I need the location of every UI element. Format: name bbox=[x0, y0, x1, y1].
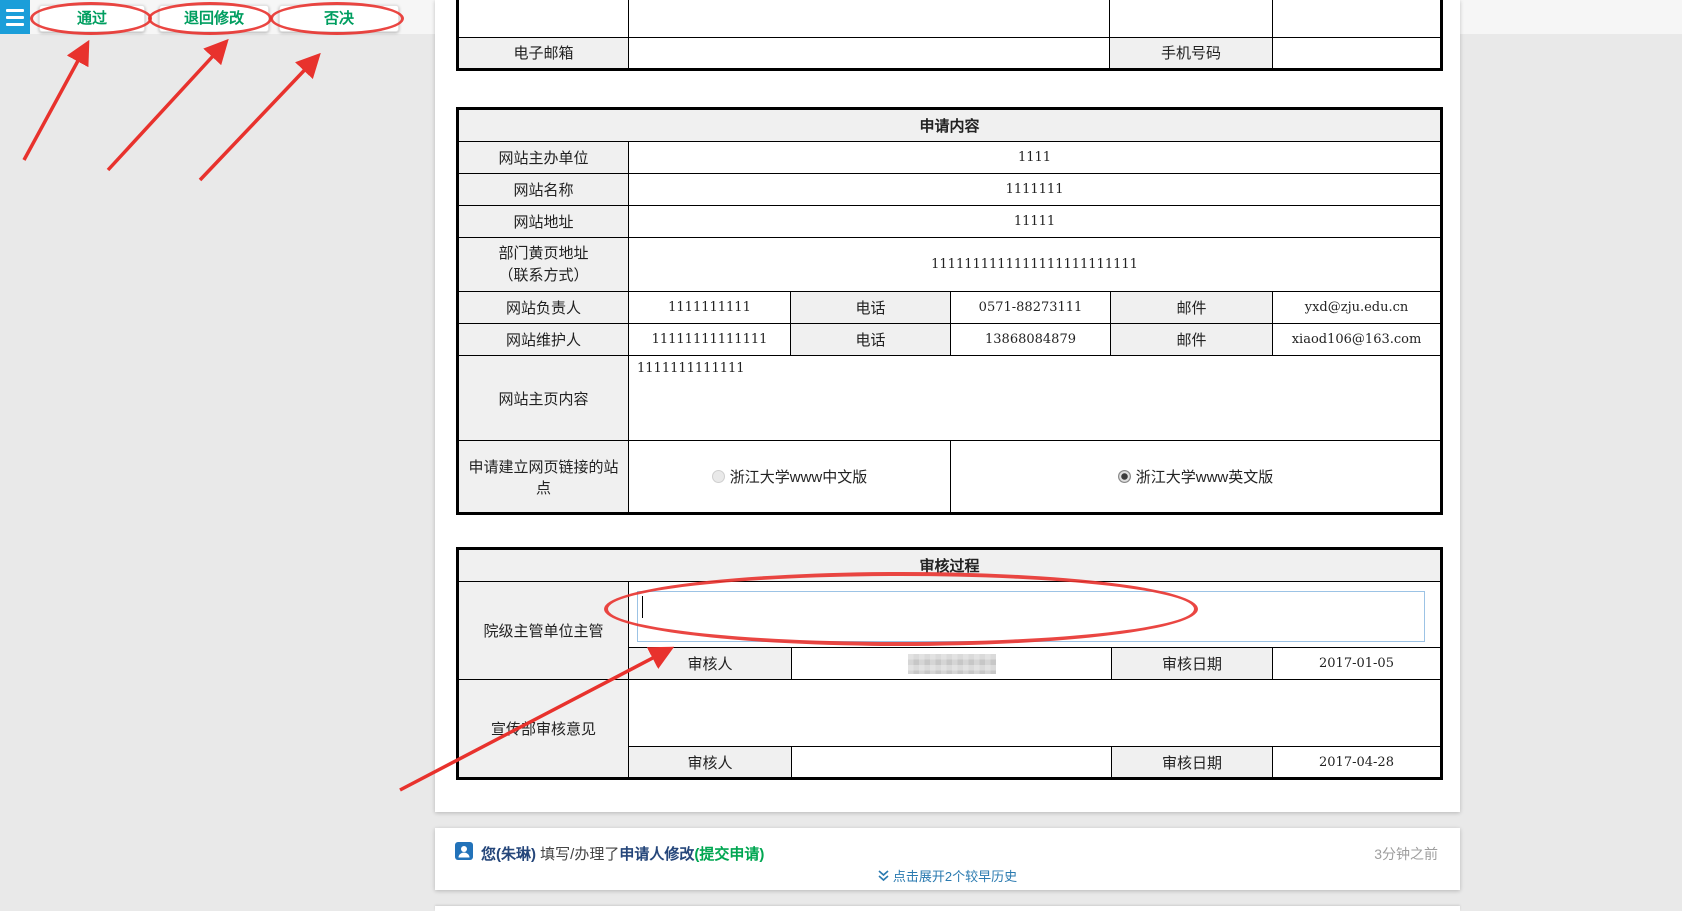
radio-selected-icon[interactable] bbox=[1118, 470, 1131, 483]
manager-mail: yxd@zju.edu.cn bbox=[1273, 292, 1442, 324]
table-row: 网站名称 1111111 bbox=[458, 174, 1442, 206]
table-row-linksite: 申请建立网页链接的站点 浙江大学www中文版 浙江大学www英文版 bbox=[458, 441, 1442, 514]
reviewer-name-value bbox=[792, 747, 1112, 779]
radio-option-chinese[interactable]: 浙江大学www中文版 bbox=[712, 466, 868, 487]
red-arrow-return bbox=[108, 44, 224, 170]
approve-button[interactable]: 通过 bbox=[39, 5, 145, 32]
table-row: 网站主办单位 1111 bbox=[458, 142, 1442, 174]
reviewer-label: 审核人 bbox=[629, 747, 792, 779]
email-value bbox=[629, 37, 1110, 69]
homepage-value: 1111111111111 bbox=[629, 356, 1442, 441]
maintainer-phone-label: 电话 bbox=[791, 324, 951, 356]
radio-unselected-icon[interactable] bbox=[712, 470, 725, 483]
activity-user: 您(朱琳) bbox=[481, 846, 536, 863]
hamburger-bar bbox=[6, 9, 24, 12]
manager-phone-label: 电话 bbox=[791, 292, 951, 324]
contact-table: 电子邮箱 手机号码 bbox=[456, 0, 1443, 71]
host-unit-value: 1111 bbox=[629, 142, 1442, 174]
application-form-card: 电子邮箱 手机号码 申请内容 网站主办单位 1111 网站名称 1111111 … bbox=[435, 0, 1460, 812]
review-date-label: 审核日期 bbox=[1112, 648, 1273, 680]
maintainer-name: 11111111111111 bbox=[629, 324, 791, 356]
site-address-value: 11111 bbox=[629, 206, 1442, 238]
hamburger-menu-icon[interactable] bbox=[0, 0, 30, 34]
table-row: 网站地址 11111 bbox=[458, 206, 1442, 238]
review-date-label: 审核日期 bbox=[1112, 747, 1273, 779]
text-caret bbox=[642, 596, 643, 618]
table-row: 部门黄页地址 （联系方式） 1111111111111111111111111 bbox=[458, 238, 1442, 292]
site-name-value: 1111111 bbox=[629, 174, 1442, 206]
review-date-value: 2017-01-05 bbox=[1273, 648, 1442, 680]
reject-button[interactable]: 否决 bbox=[279, 5, 399, 32]
mobile-value bbox=[1273, 37, 1442, 69]
maintainer-label: 网站维护人 bbox=[458, 324, 629, 356]
red-arrow-approve bbox=[24, 46, 86, 160]
review-date-value: 2017-04-28 bbox=[1273, 747, 1442, 779]
table-row-section-header: 申请内容 bbox=[458, 109, 1442, 142]
activity-text: 您(朱琳) 填写/办理了申请人修改(提交申请) bbox=[481, 843, 764, 864]
table-row-review-opinion: 院级主管单位主管 bbox=[458, 582, 1442, 648]
manager-phone: 0571-88273111 bbox=[951, 292, 1111, 324]
table-row-email: 电子邮箱 手机号码 bbox=[458, 37, 1442, 69]
linksite-option-cell: 浙江大学www中文版 bbox=[629, 441, 951, 514]
radio-option-english[interactable]: 浙江大学www英文版 bbox=[1118, 466, 1274, 487]
activity-action: 申请人修改 bbox=[619, 846, 694, 863]
linksite-label: 申请建立网页链接的站点 bbox=[458, 441, 629, 514]
activity-action-suffix: (提交申请) bbox=[694, 846, 764, 863]
manager-mail-label: 邮件 bbox=[1111, 292, 1273, 324]
table-row-section-header: 审核过程 bbox=[458, 549, 1442, 582]
user-icon bbox=[455, 842, 473, 860]
double-chevron-down-icon bbox=[878, 870, 889, 882]
site-name-label: 网站名称 bbox=[458, 174, 629, 206]
activity-action-prefix: 填写/办理了 bbox=[540, 846, 619, 863]
application-content-table: 申请内容 网站主办单位 1111 网站名称 1111111 网站地址 11111… bbox=[456, 107, 1443, 515]
email-label: 电子邮箱 bbox=[458, 37, 629, 69]
censored-block bbox=[908, 654, 996, 674]
expand-history-label: 点击展开2个较早历史 bbox=[893, 869, 1017, 884]
propaganda-opinion-cell bbox=[629, 680, 1442, 747]
maintainer-mail-label: 邮件 bbox=[1111, 324, 1273, 356]
review-process-title: 审核过程 bbox=[458, 549, 1442, 582]
yellowpage-value: 1111111111111111111111111 bbox=[629, 238, 1442, 292]
red-arrow-reject bbox=[200, 58, 316, 180]
reviewer-label: 审核人 bbox=[629, 648, 792, 680]
host-unit-label: 网站主办单位 bbox=[458, 142, 629, 174]
reviewer-name-censored bbox=[792, 648, 1112, 680]
table-row-review-opinion: 宣传部审核意见 bbox=[458, 680, 1442, 747]
college-opinion-cell bbox=[629, 582, 1442, 648]
review-process-table: 审核过程 院级主管单位主管 审核人 审核日期 2017-01-05 宣传部审核意… bbox=[456, 547, 1443, 780]
college-supervisor-label: 院级主管单位主管 bbox=[458, 582, 629, 680]
hamburger-bar bbox=[6, 16, 24, 19]
manager-label: 网站负责人 bbox=[458, 292, 629, 324]
yellowpage-label: 部门黄页地址 （联系方式） bbox=[458, 238, 629, 292]
table-row-person: 网站负责人 1111111111 电话 0571-88273111 邮件 yxd… bbox=[458, 292, 1442, 324]
radio-option-label: 浙江大学www中文版 bbox=[730, 466, 868, 487]
maintainer-mail: xiaod106@163.com bbox=[1273, 324, 1442, 356]
manager-name: 1111111111 bbox=[629, 292, 791, 324]
return-for-edit-button[interactable]: 退回修改 bbox=[159, 5, 269, 32]
propaganda-dept-label: 宣传部审核意见 bbox=[458, 680, 629, 779]
table-row-homepage: 网站主页内容 1111111111111 bbox=[458, 356, 1442, 441]
radio-option-label: 浙江大学www英文版 bbox=[1136, 466, 1274, 487]
activity-timestamp: 3分钟之前 bbox=[1374, 844, 1438, 864]
application-content-title: 申请内容 bbox=[458, 109, 1442, 142]
maintainer-phone: 13868084879 bbox=[951, 324, 1111, 356]
site-address-label: 网站地址 bbox=[458, 206, 629, 238]
table-row-partial bbox=[458, 0, 1442, 37]
expand-history-link[interactable]: 点击展开2个较早历史 bbox=[435, 866, 1460, 885]
linksite-option-cell: 浙江大学www英文版 bbox=[951, 441, 1442, 514]
hamburger-bar bbox=[6, 23, 24, 26]
next-card-peek bbox=[435, 906, 1460, 911]
activity-log-card: 您(朱琳) 填写/办理了申请人修改(提交申请) 3分钟之前 点击展开2个较早历史 bbox=[435, 828, 1460, 890]
review-opinion-input[interactable] bbox=[637, 591, 1425, 642]
homepage-label: 网站主页内容 bbox=[458, 356, 629, 441]
mobile-label: 手机号码 bbox=[1110, 37, 1273, 69]
table-row-person: 网站维护人 11111111111111 电话 13868084879 邮件 x… bbox=[458, 324, 1442, 356]
